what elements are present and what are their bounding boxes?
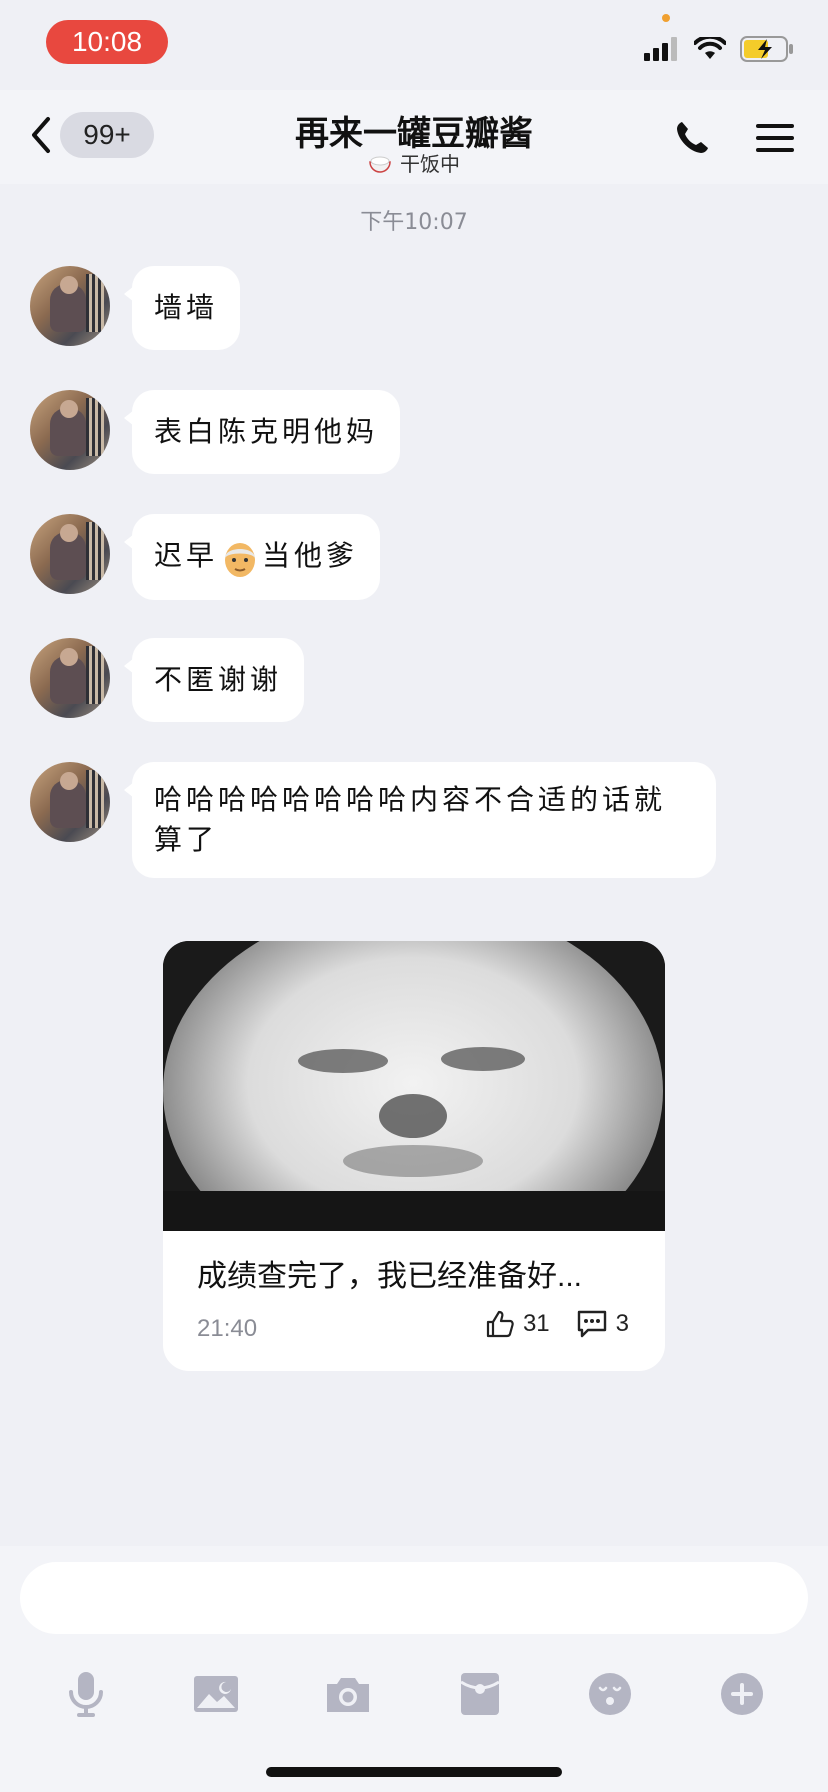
message-bubble[interactable]: 表白陈克明他妈	[123, 390, 401, 474]
avatar[interactable]	[30, 514, 110, 594]
plus-circle-icon	[721, 1673, 763, 1715]
post-title: 成绩查完了，我已经准备好...	[197, 1260, 583, 1293]
meme-face-image	[163, 941, 665, 1231]
avatar[interactable]	[30, 266, 110, 346]
message-timestamp: 下午10:07	[360, 210, 468, 235]
like-count: 31	[522, 1310, 550, 1337]
emoji-face-icon	[589, 1673, 631, 1715]
message-row: 不匿谢谢	[30, 638, 305, 722]
cellular-signal-icon	[644, 37, 677, 61]
old-man-emoji-icon	[225, 542, 256, 577]
avatar[interactable]	[30, 390, 110, 470]
red-packet-icon	[460, 1673, 500, 1715]
avatar[interactable]	[30, 638, 110, 718]
rice-bowl-icon	[369, 156, 391, 173]
shared-post-card[interactable]: 成绩查完了，我已经准备好... 21:40 31 3	[163, 941, 665, 1371]
message-row: 迟早 当他爹	[30, 514, 381, 600]
chat-header: 99+ 再来一罐豆瓣酱 干饭中	[0, 90, 828, 184]
privacy-indicator-dot	[662, 14, 670, 22]
message-row: 表白陈克明他妈	[30, 390, 401, 474]
red-packet-button[interactable]	[450, 1664, 510, 1724]
message-bubble[interactable]: 墙墙	[123, 266, 241, 350]
battery-charging-icon	[740, 36, 793, 62]
voice-button[interactable]	[56, 1664, 116, 1724]
camera-button[interactable]	[318, 1664, 378, 1724]
avatar[interactable]	[30, 762, 110, 842]
message-text-part: 当他爹	[262, 539, 359, 572]
status-bar: 10:08	[0, 0, 828, 90]
message-bubble[interactable]: 不匿谢谢	[123, 638, 305, 722]
home-indicator[interactable]	[266, 1767, 562, 1777]
comment-count: 3	[615, 1310, 629, 1337]
microphone-icon	[69, 1672, 103, 1717]
message-row: 墙墙	[30, 266, 241, 350]
status-time[interactable]: 10:08	[46, 20, 168, 64]
thumbs-up-icon[interactable]	[485, 1309, 515, 1339]
comment-icon[interactable]	[576, 1309, 608, 1339]
input-toolbar	[0, 1654, 828, 1734]
post-time: 21:40	[197, 1315, 258, 1342]
photo-button[interactable]	[186, 1664, 246, 1724]
more-button[interactable]	[712, 1664, 772, 1724]
message-bubble[interactable]: 迟早 当他爹	[123, 514, 381, 600]
message-row: 哈哈哈哈哈哈哈哈内容不合适的话就算了	[30, 762, 716, 878]
camera-icon	[327, 1678, 369, 1712]
status-icons	[644, 34, 794, 64]
image-icon	[194, 1676, 238, 1712]
post-stats: 31 3	[485, 1309, 629, 1339]
phone-call-icon[interactable]	[674, 120, 710, 156]
message-text-part: 迟早	[154, 539, 219, 572]
post-thumbnail	[163, 941, 665, 1231]
wifi-icon	[694, 37, 726, 59]
emoji-button[interactable]	[580, 1664, 640, 1724]
menu-icon[interactable]	[756, 122, 794, 154]
message-bubble[interactable]: 哈哈哈哈哈哈哈哈内容不合适的话就算了	[124, 762, 716, 878]
contact-status-text: 干饭中	[400, 152, 460, 176]
message-input[interactable]	[20, 1562, 808, 1634]
input-area	[0, 1546, 828, 1792]
